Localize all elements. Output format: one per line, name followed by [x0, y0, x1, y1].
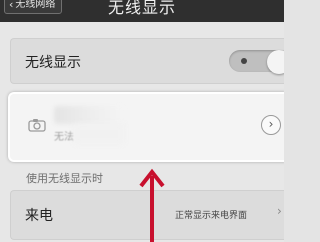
device-name-blurred: [54, 106, 124, 124]
device-status: 无法: [54, 132, 74, 143]
chevron-right-icon: ›: [268, 117, 274, 131]
wireless-display-toggle[interactable]: [229, 50, 284, 74]
camera-icon: [28, 119, 46, 132]
toggle-knob[interactable]: [267, 50, 284, 74]
annotation-arrow-icon: [139, 168, 165, 242]
section-header: 使用无线显示时: [26, 172, 103, 185]
screen: ‹ 无线网络 无线显示 无线显示 无法 › 使用无线显示时 来电 正常显示来电界…: [0, 0, 284, 242]
wireless-display-row[interactable]: 无线显示: [10, 38, 284, 84]
chevron-right-icon: ›: [277, 204, 282, 218]
device-list-item[interactable]: 无法 ›: [8, 92, 284, 162]
toggle-off-indicator: [241, 58, 247, 64]
device-detail-button[interactable]: ›: [261, 115, 281, 135]
top-bar: ‹ 无线网络 无线显示: [0, 0, 284, 22]
wireless-display-label: 无线显示: [25, 55, 81, 71]
incoming-call-value: 正常显示来电界面: [175, 211, 248, 221]
incoming-call-label: 来电: [25, 208, 53, 224]
page-title: 无线显示: [107, 0, 176, 17]
device-status-blurred: [74, 124, 124, 144]
